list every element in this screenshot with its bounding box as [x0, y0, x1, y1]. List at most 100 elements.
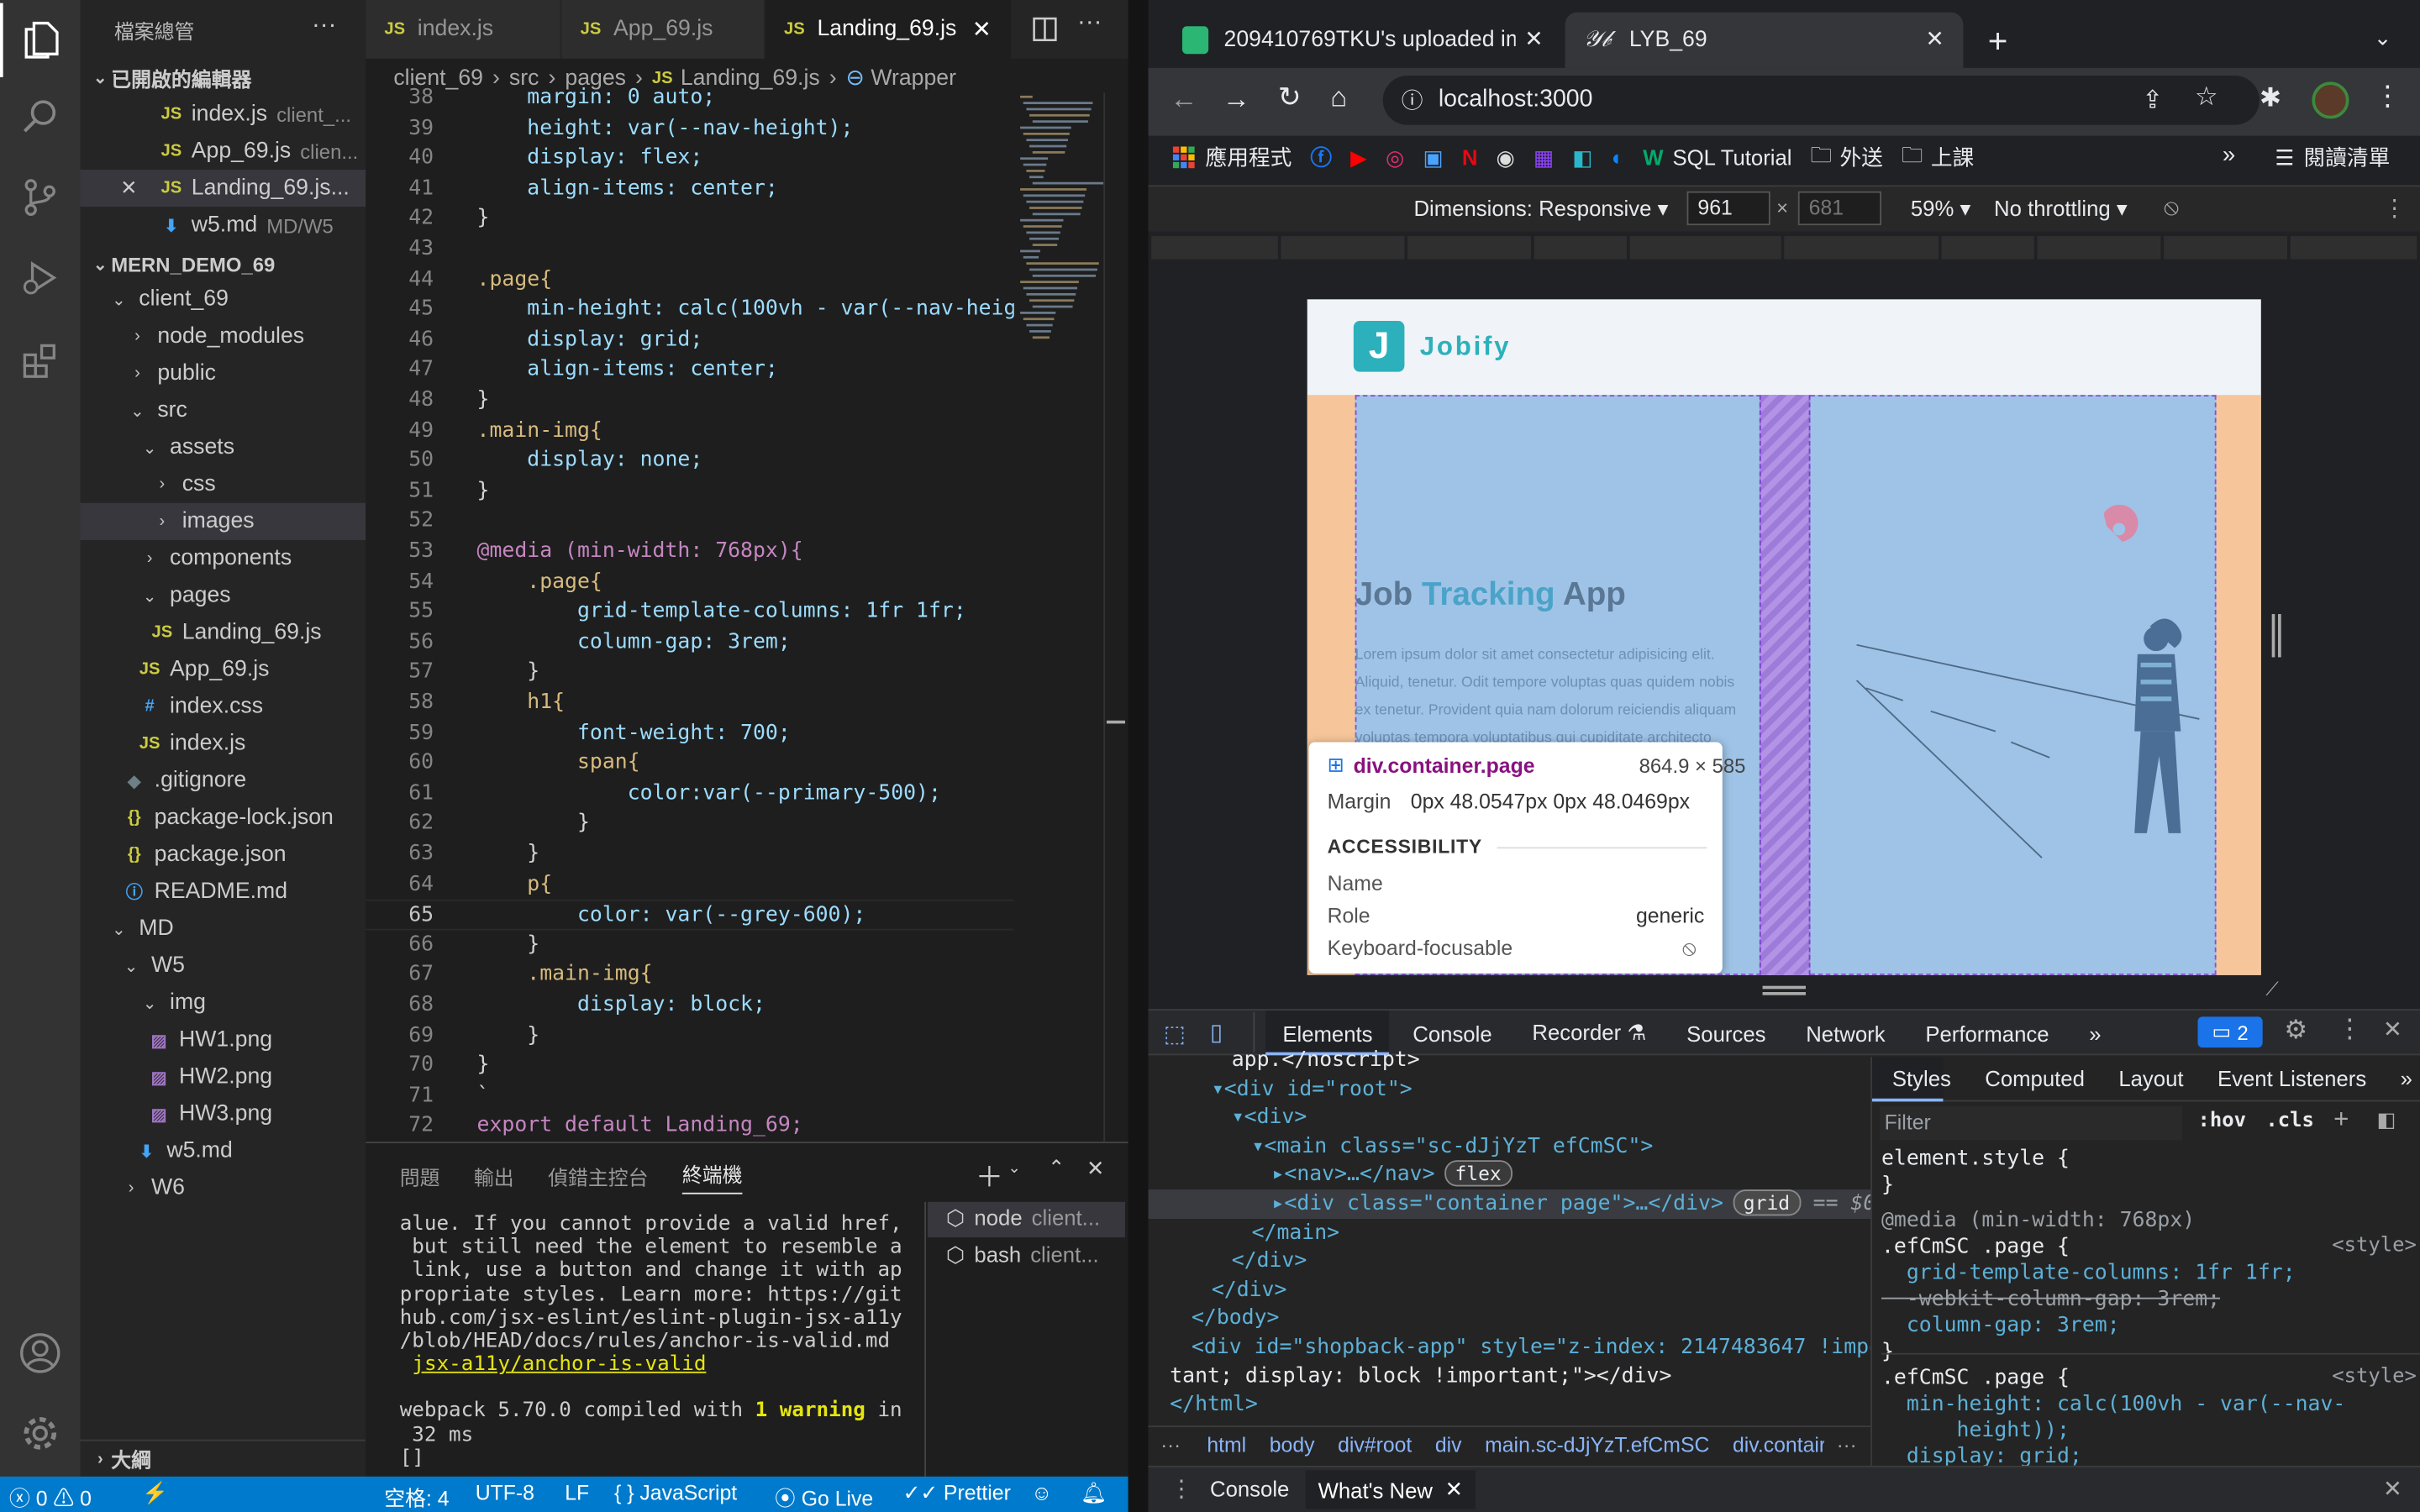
tab-sources[interactable]: Sources [1686, 1021, 1765, 1045]
dom-node[interactable]: </div> [1212, 1276, 1287, 1305]
maximize-panel-icon[interactable]: ⌃ [1048, 1156, 1065, 1180]
style-source-link[interactable]: <style> [2332, 1234, 2417, 1257]
dom-breadcrumb-item[interactable]: main.sc-dJjYzT.efCmSC [1485, 1433, 1709, 1457]
site-logo[interactable]: J Jobify [1353, 321, 1511, 372]
file-item[interactable]: {} package-lock.json [81, 799, 366, 836]
close-icon[interactable]: ✕ [120, 176, 157, 200]
resize-handle-right[interactable] [2271, 614, 2281, 658]
folder-item[interactable]: › W6 [81, 1169, 366, 1206]
language-mode[interactable]: { } JavaScript [614, 1481, 737, 1504]
style-rule-line[interactable]: } [1881, 1173, 1894, 1198]
more-tabs-icon[interactable]: » [2089, 1021, 2101, 1045]
project-header[interactable]: ⌄ MERN_DEMO_69 [81, 245, 366, 282]
chrome-menu-icon[interactable]: ⋮ [2374, 81, 2402, 113]
terminal-link[interactable]: jsx-a11y/anchor-is-valid [412, 1353, 706, 1377]
dom-node[interactable]: ▸<div class="container page">…</div> grid… [1148, 1189, 1871, 1219]
dimensions-select[interactable]: Dimensions: Responsive ▾ [1413, 196, 1668, 222]
go-live-button[interactable]: ⦿ Go Live [775, 1481, 873, 1512]
dom-node[interactable]: </main> [1252, 1218, 1340, 1247]
folder-item[interactable]: ⌄ W5 [81, 948, 366, 984]
feedback-icon[interactable]: ☺ [1031, 1481, 1052, 1504]
terminal-session[interactable]: ⬡ node client... [946, 1205, 1100, 1242]
drawer-menu-icon[interactable]: ⋮ [1170, 1475, 1193, 1503]
folder-item[interactable]: ⌄ pages [81, 577, 366, 614]
grid-badge[interactable]: grid [1732, 1189, 1801, 1216]
dom-node[interactable]: ▾<div id="root"> [1212, 1074, 1413, 1103]
file-item[interactable]: JS Landing_69.js [81, 614, 366, 651]
back-button[interactable]: ← [1170, 83, 1197, 116]
run-debug-icon[interactable] [0, 241, 81, 315]
devtools-more-icon[interactable]: ⋮ [2337, 1014, 2363, 1045]
dom-node[interactable]: ▾<div> [1232, 1104, 1307, 1132]
avatar[interactable] [2312, 81, 2349, 119]
folder-item[interactable]: › css [81, 466, 366, 503]
style-rule-line[interactable]: @media (min-width: 768px) [1881, 1208, 2195, 1233]
globe-icon[interactable]: ◉ [1496, 144, 1514, 171]
file-item[interactable]: ▨ HW1.png [81, 1021, 366, 1058]
folder-item[interactable]: › public [81, 354, 366, 391]
browser-tab-lyb69[interactable]: 𝒴𝒷 LYB_69 ✕ [1565, 12, 1964, 68]
source-control-icon[interactable] [0, 160, 81, 234]
address-bar[interactable]: ⓘ localhost:3000 ⇪ ☆ [1382, 76, 2260, 125]
new-tab-button[interactable]: + [1988, 22, 2008, 62]
reading-list-button[interactable]: ☰ 閱讀清單 [2275, 142, 2390, 173]
bookmark-apps[interactable]: 應用程式 [1172, 142, 1292, 173]
forward-button[interactable]: → [1223, 83, 1250, 116]
close-devtools-icon[interactable]: ✕ [2383, 1016, 2402, 1042]
tab-recorder[interactable]: Recorder ⚗ [1532, 1020, 1646, 1046]
file-item[interactable]: {} package.json [81, 837, 366, 874]
terminal-output[interactable]: alue. If you cannot provide a valid href… [400, 1213, 924, 1471]
file-item[interactable]: JS App_69.js [81, 651, 366, 688]
open-editor-item[interactable]: JS index.js client_... [81, 96, 366, 133]
close-tab-icon[interactable]: ✕ [1925, 28, 1944, 52]
tab-index-js[interactable]: JS index.js [366, 0, 560, 59]
resize-handle-bottom[interactable] [1762, 985, 1806, 995]
style-rule-line[interactable]: display: grid; [1881, 1444, 2082, 1466]
close-drawer-icon[interactable]: ✕ [2383, 1475, 2402, 1503]
file-item[interactable]: ◆ .gitignore [81, 762, 366, 799]
error-count[interactable]: ⓧ 0 ⚠ 0 [9, 1481, 92, 1512]
dom-node[interactable]: ▾<main class="sc-dJjYzT efCmSC"> [1252, 1132, 1654, 1161]
device-toggle-icon[interactable]: ▯ [1210, 1018, 1223, 1046]
file-item[interactable]: ▨ HW3.png [81, 1095, 366, 1132]
style-rule-line[interactable]: grid-template-columns: 1fr 1fr; [1881, 1261, 2296, 1286]
extensions-icon[interactable] [0, 324, 81, 398]
editor-more-icon[interactable]: ··· [1077, 9, 1102, 37]
open-editor-item[interactable]: ✕ JS Landing_69.js... [80, 170, 366, 207]
issues-badge[interactable]: ▭ 2 [2197, 1016, 2263, 1048]
tab-console[interactable]: Console [1413, 1021, 1491, 1045]
width-input[interactable]: 961 [1686, 191, 1770, 226]
dom-tree[interactable]: app.</noscript> ▾<div id="root"> ▾<div> ▾<m… [1148, 1046, 1871, 1425]
bookmark-folder-delivery[interactable]: 🗀 外送 [1811, 139, 1883, 176]
twitch-icon[interactable]: ▦ [1534, 144, 1554, 171]
toggle-sidebar-icon[interactable]: ◧ [2377, 1108, 2396, 1132]
dom-node[interactable]: </body> [1192, 1305, 1280, 1333]
style-rule-line[interactable]: height)); [1881, 1418, 2070, 1443]
folder-item[interactable]: ⌄ src [81, 392, 366, 429]
tab-terminal[interactable]: 終端機 [681, 1158, 743, 1194]
height-input[interactable]: 681 [1797, 191, 1881, 226]
file-item[interactable]: ⬇ w5.md [81, 1132, 366, 1169]
close-panel-icon[interactable]: ✕ [1086, 1156, 1105, 1182]
hov-toggle[interactable]: :hov [2198, 1110, 2247, 1133]
tab-layout[interactable]: Layout [2118, 1066, 2183, 1090]
tab-landing-js[interactable]: JS Landing_69.js ✕ [765, 0, 1012, 59]
file-item[interactable]: # index.css [81, 688, 366, 725]
folder-item[interactable]: › images [80, 502, 366, 540]
split-editor-icon[interactable] [1033, 17, 1057, 42]
tab-styles[interactable]: Styles [1892, 1066, 1951, 1090]
file-item[interactable]: ⓘ README.md [81, 874, 366, 911]
dom-node[interactable]: ▸<nav>…</nav> flex [1271, 1160, 1512, 1189]
terminal-session[interactable]: ⬡ bash client... [946, 1242, 1100, 1279]
folder-item[interactable]: ⌄ assets [81, 429, 366, 466]
folder-item[interactable]: ⌄ MD [81, 911, 366, 948]
tab-event-listeners[interactable]: Event Listeners [2217, 1066, 2366, 1090]
tab-output[interactable]: 輸出 [474, 1162, 514, 1191]
tab-computed[interactable]: Computed [1985, 1066, 2085, 1090]
inspect-element-icon[interactable]: ⬚ [1164, 1020, 1186, 1047]
close-tab-icon[interactable]: ✕ [1524, 28, 1543, 52]
indentation[interactable]: 空格: 4 [384, 1481, 449, 1512]
devtools-settings-gear-icon[interactable]: ⚙ [2284, 1016, 2307, 1047]
flex-badge[interactable]: flex [1444, 1160, 1512, 1188]
youtube-icon[interactable]: ▶ [1350, 144, 1367, 171]
